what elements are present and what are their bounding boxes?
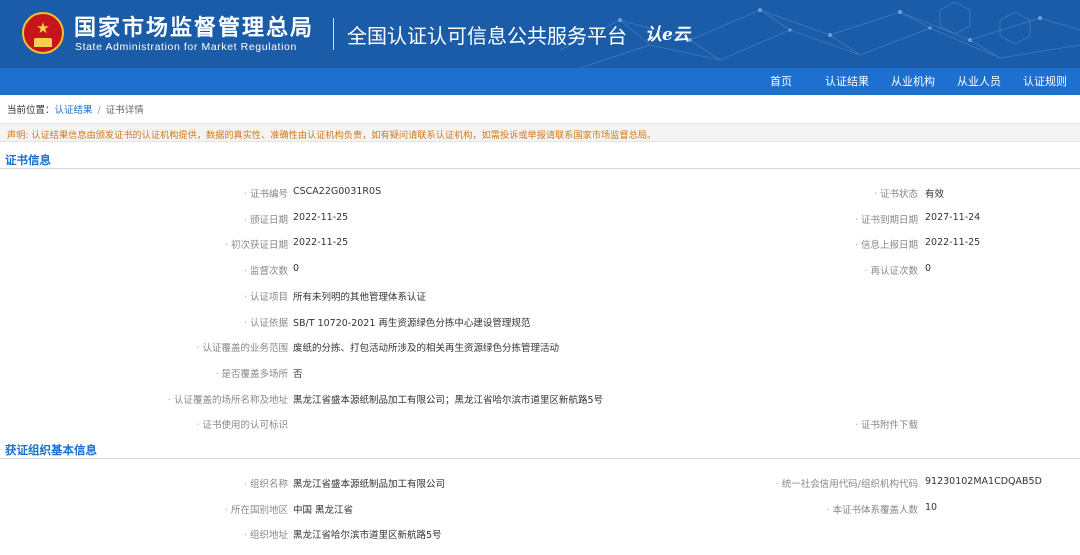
label-supervision-count: 监督次数 bbox=[8, 263, 288, 277]
value-business-scope: 废纸的分拣、打包活动所涉及的相关再生资源绿色分拣管理活动 bbox=[293, 343, 560, 354]
section-title-text: 获证组织基本信息 bbox=[5, 443, 97, 457]
disclaimer-text: 声明: 认证结果信息由颁发证书的认证机构提供，数据的真实性、准确性由认证机构负责… bbox=[7, 130, 657, 141]
value-site-address: 黑龙江省盛本源纸制品加工有限公司；黑龙江省哈尔滨市道里区新航路5号 bbox=[293, 395, 604, 406]
breadcrumb-separator: / bbox=[97, 105, 101, 116]
section-title-text: 证书信息 bbox=[5, 153, 51, 167]
value-recert-count: 0 bbox=[925, 263, 932, 274]
org-name-en: State Administration for Market Regulati… bbox=[75, 41, 297, 53]
breadcrumb: 当前位置：认证结果 / 证书详情 bbox=[7, 102, 144, 116]
value-cert-basis: SB/T 10720-2021 再生资源绿色分拣中心建设管理规范 bbox=[293, 318, 531, 329]
disclaimer-bar: 声明: 认证结果信息由颁发证书的认证机构提供，数据的真实性、准确性由认证机构负责… bbox=[0, 123, 1080, 142]
header-network-pattern bbox=[560, 1, 1080, 68]
value-issue-date: 2022-11-25 bbox=[293, 212, 349, 223]
renzheng-cloud-logo[interactable]: 认e云 bbox=[645, 20, 690, 45]
site-header: ★ 国家市场监督管理总局 State Administration for Ma… bbox=[0, 0, 1080, 68]
value-credit-code: 91230102MA1CDQAB5D bbox=[925, 476, 1042, 487]
national-emblem-icon: ★ bbox=[22, 12, 64, 54]
label-multi-site: 是否覆盖多场所 bbox=[8, 366, 288, 380]
section-title-org-info: 获证组织基本信息 bbox=[0, 439, 1080, 459]
nav-item-agencies[interactable]: 从业机构 bbox=[891, 68, 935, 95]
label-org-name: 组织名称 bbox=[8, 476, 288, 490]
value-supervision-count: 0 bbox=[293, 263, 300, 274]
breadcrumb-link-cert-results[interactable]: 认证结果 bbox=[55, 105, 93, 116]
nav-item-cert-results[interactable]: 认证结果 bbox=[825, 68, 869, 95]
section-title-cert-info: 证书信息 bbox=[0, 149, 1080, 169]
value-cert-status: 有效 bbox=[925, 189, 945, 200]
value-org-name: 黑龙江省盛本源纸制品加工有限公司 bbox=[293, 479, 446, 490]
label-accreditation-mark: 证书使用的认可标识 bbox=[8, 417, 288, 431]
label-cert-basis: 认证依据 bbox=[8, 315, 288, 329]
value-covered-headcount: 10 bbox=[925, 502, 938, 513]
label-cert-status: 证书状态 bbox=[638, 186, 918, 200]
label-site-address: 认证覆盖的场所名称及地址 bbox=[8, 392, 288, 406]
nav-item-cert-rules[interactable]: 认证规则 bbox=[1023, 68, 1067, 95]
label-credit-code: 统一社会信用代码/组织机构代码 bbox=[638, 476, 918, 490]
label-covered-headcount: 本证书体系覆盖人数 bbox=[638, 502, 918, 516]
label-org-address: 组织地址 bbox=[8, 527, 288, 541]
label-recert-count: 再认证次数 bbox=[638, 263, 918, 277]
label-business-scope: 认证覆盖的业务范围 bbox=[8, 340, 288, 354]
value-expiry-date: 2027-11-24 bbox=[925, 212, 981, 223]
value-first-issue-date: 2022-11-25 bbox=[293, 237, 349, 248]
label-cert-number: 证书编号 bbox=[8, 186, 288, 200]
label-report-date: 信息上报日期 bbox=[638, 237, 918, 251]
breadcrumb-current: 证书详情 bbox=[105, 105, 144, 116]
value-report-date: 2022-11-25 bbox=[925, 237, 981, 248]
value-cert-number: CSCA22G0031R0S bbox=[293, 186, 382, 197]
header-divider bbox=[333, 18, 334, 50]
nav-item-personnel[interactable]: 从业人员 bbox=[957, 68, 1001, 95]
nav-item-home[interactable]: 首页 bbox=[770, 68, 792, 95]
value-region: 中国 黑龙江省 bbox=[293, 505, 354, 516]
platform-name: 全国认证认可信息公共服务平台 bbox=[347, 24, 627, 48]
value-org-address: 黑龙江省哈尔滨市道里区新航路5号 bbox=[293, 530, 442, 541]
label-cert-project: 认证项目 bbox=[8, 289, 288, 303]
value-cert-project: 所有未列明的其他管理体系认证 bbox=[293, 292, 427, 303]
org-name-cn: 国家市场监督管理总局 bbox=[74, 16, 315, 41]
label-attachment-download[interactable]: 证书附件下载 bbox=[638, 417, 918, 431]
breadcrumb-prefix: 当前位置： bbox=[7, 105, 55, 116]
label-first-issue-date: 初次获证日期 bbox=[8, 237, 288, 251]
label-region: 所在国别地区 bbox=[8, 502, 288, 516]
label-issue-date: 颁证日期 bbox=[8, 212, 288, 226]
main-nav: 首页 认证结果 从业机构 从业人员 认证规则 bbox=[0, 68, 1080, 95]
label-expiry-date: 证书到期日期 bbox=[638, 212, 918, 226]
value-multi-site: 否 bbox=[293, 369, 303, 380]
